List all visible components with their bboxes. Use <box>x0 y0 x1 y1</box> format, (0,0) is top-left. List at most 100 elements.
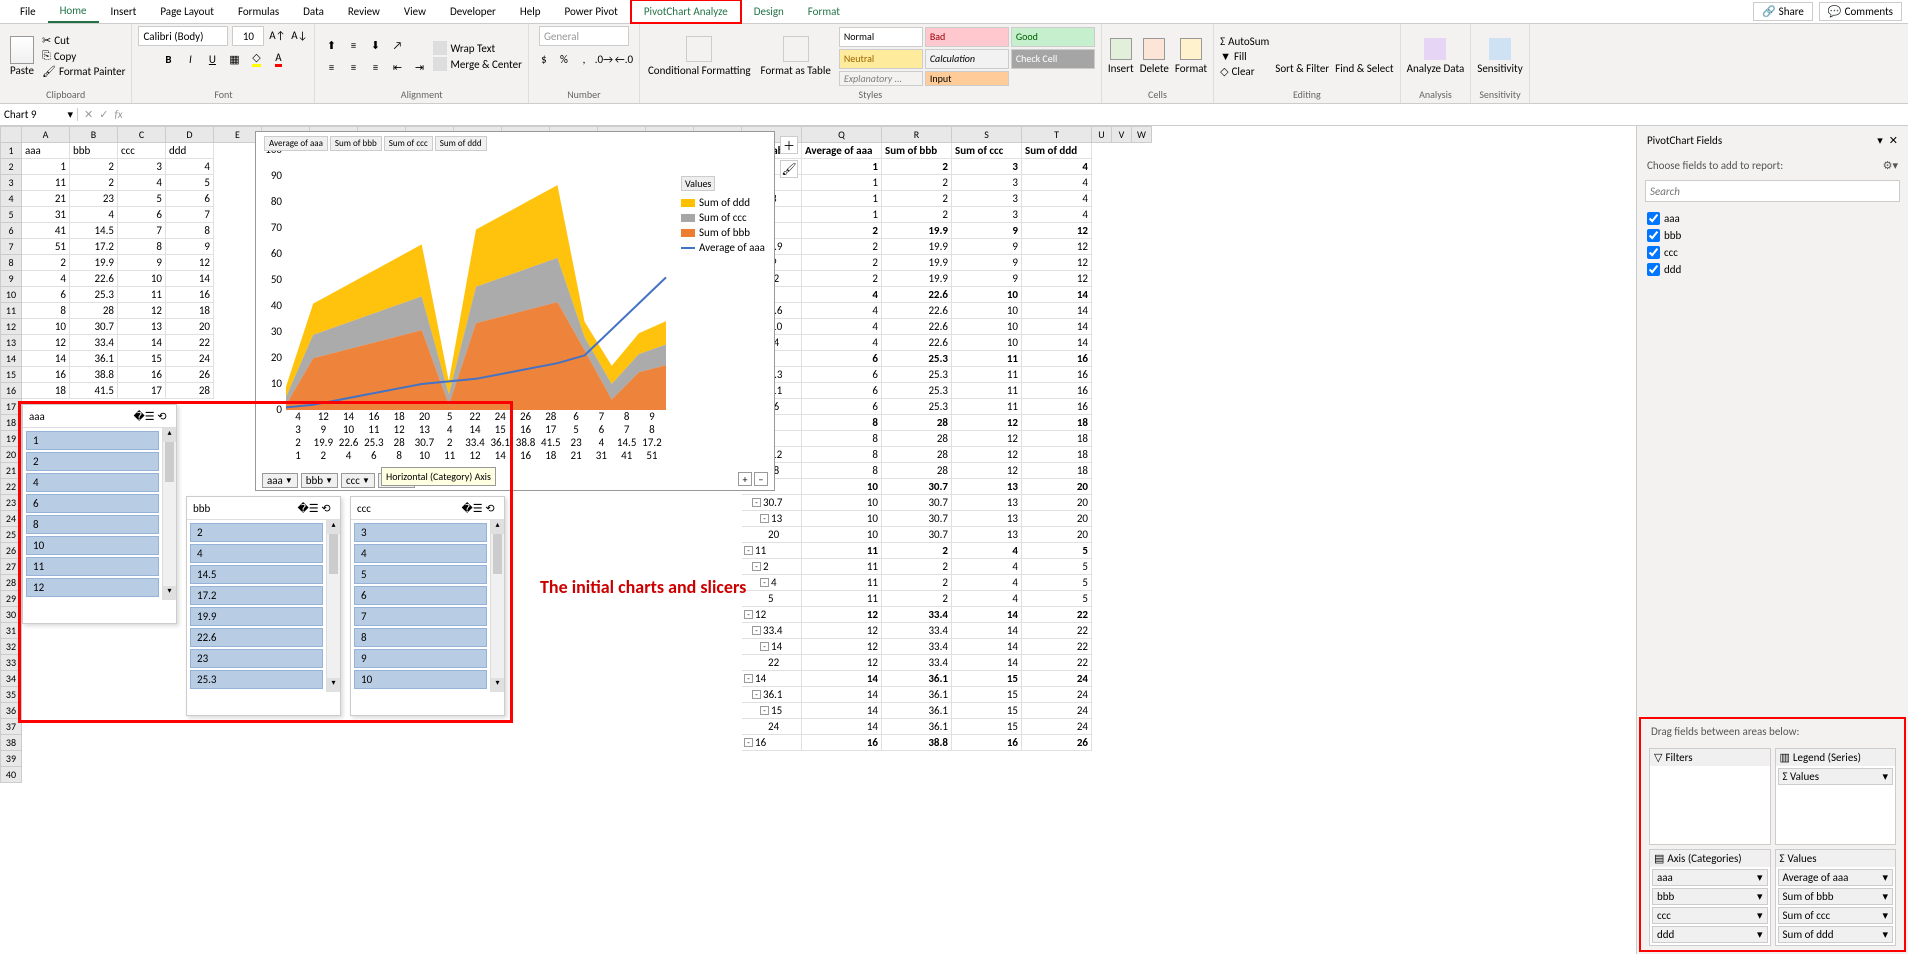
cell[interactable]: 8 <box>166 223 214 239</box>
cell[interactable]: 33.4 <box>882 639 952 655</box>
slicer-item[interactable]: 25.3 <box>190 670 323 689</box>
currency-button[interactable]: $ <box>535 50 553 68</box>
chart-styles-button[interactable]: 🖌 <box>780 160 798 178</box>
cell[interactable]: 17 <box>118 383 166 399</box>
cell[interactable]: 10 <box>952 303 1022 319</box>
fill-color-button[interactable]: ◇ <box>247 50 265 68</box>
field-item[interactable]: aaa <box>1647 210 1898 227</box>
cell[interactable]: 2 <box>70 159 118 175</box>
cell[interactable]: 1 <box>802 175 882 191</box>
cell[interactable]: 8 <box>118 239 166 255</box>
cell[interactable]: 36.1 <box>882 687 952 703</box>
cell[interactable]: 12 <box>118 303 166 319</box>
cell[interactable]: 9 <box>118 255 166 271</box>
cell[interactable]: 3 <box>952 191 1022 207</box>
cell[interactable]: 8 <box>22 303 70 319</box>
cell[interactable]: 33.4 <box>882 607 952 623</box>
align-top-button[interactable]: ⬆ <box>321 36 341 54</box>
tab-view[interactable]: View <box>392 1 438 22</box>
pivot-row-label[interactable]: -15 <box>742 703 802 719</box>
decrease-font-button[interactable]: A↓ <box>290 26 308 44</box>
conditional-formatting-button[interactable]: Conditional Formatting <box>646 34 753 79</box>
cell[interactable]: 12 <box>166 255 214 271</box>
cell[interactable]: 11 <box>952 383 1022 399</box>
cell[interactable]: 3 <box>952 207 1022 223</box>
panel-close-button[interactable]: ✕ <box>1889 134 1898 147</box>
cell[interactable]: 4 <box>166 159 214 175</box>
row-header[interactable]: 24 <box>0 511 22 527</box>
multiselect-icon[interactable]: �☰ <box>300 500 316 516</box>
cell[interactable]: 28 <box>882 415 952 431</box>
cell[interactable]: 25.3 <box>882 399 952 415</box>
cell[interactable]: 20 <box>1022 511 1092 527</box>
row-header[interactable]: 6 <box>0 223 22 239</box>
cell[interactable]: 1 <box>802 207 882 223</box>
comments-button[interactable]: 💬Comments <box>1819 2 1902 21</box>
chart-filter-bbb[interactable]: bbb ▼ <box>301 473 338 488</box>
font-name-input[interactable] <box>138 26 228 46</box>
percent-button[interactable]: % <box>555 50 573 68</box>
cell[interactable]: 30.7 <box>70 319 118 335</box>
slicer-item[interactable]: 4 <box>26 473 159 492</box>
slicer-bbb[interactable]: bbb �☰ ⟲ 2414.517.219.922.62325.3 ▴▾ <box>186 496 341 716</box>
cell[interactable]: 26 <box>1022 735 1092 751</box>
fields-search-input[interactable] <box>1645 180 1900 202</box>
cell[interactable]: 14 <box>802 671 882 687</box>
row-header[interactable]: 35 <box>0 687 22 703</box>
cell[interactable]: 14 <box>22 351 70 367</box>
area-filters[interactable]: ▽Filters <box>1649 748 1771 845</box>
cell[interactable]: 6 <box>22 287 70 303</box>
tab-file[interactable]: File <box>8 1 48 22</box>
cell[interactable]: 6 <box>118 207 166 223</box>
cell[interactable]: 2 <box>70 175 118 191</box>
cell[interactable]: ddd <box>166 143 214 159</box>
tab-data[interactable]: Data <box>291 1 336 22</box>
cell[interactable]: 6 <box>802 399 882 415</box>
pivot-row-label[interactable]: 24 <box>742 719 802 735</box>
cell[interactable]: 1 <box>22 159 70 175</box>
chart-filter-ccc[interactable]: ccc ▼ <box>341 473 375 488</box>
field-item[interactable]: ccc <box>1647 244 1898 261</box>
cell[interactable]: 10 <box>118 271 166 287</box>
cell[interactable]: 22 <box>1022 623 1092 639</box>
cell[interactable]: 4 <box>1022 207 1092 223</box>
sensitivity-button[interactable]: Sensitivity <box>1477 38 1522 75</box>
cell[interactable]: 28 <box>166 383 214 399</box>
select-all-button[interactable] <box>0 126 22 143</box>
cell[interactable]: 12 <box>802 639 882 655</box>
cell[interactable]: 2 <box>882 591 952 607</box>
cell[interactable]: 10 <box>952 335 1022 351</box>
slicer-item[interactable]: 19.9 <box>190 607 323 626</box>
analyze-data-button[interactable]: Analyze Data <box>1407 38 1465 75</box>
cell[interactable]: 21 <box>22 191 70 207</box>
tab-formulas[interactable]: Formulas <box>226 1 291 22</box>
cell[interactable]: 7 <box>166 207 214 223</box>
cell[interactable]: 15 <box>952 719 1022 735</box>
cell[interactable]: 36.1 <box>70 351 118 367</box>
cell[interactable]: 30.7 <box>882 495 952 511</box>
row-header[interactable]: 25 <box>0 527 22 543</box>
cell[interactable]: 24 <box>1022 671 1092 687</box>
column-header[interactable]: Q <box>802 126 882 143</box>
column-header[interactable]: W <box>1132 126 1152 143</box>
chart-value-button[interactable]: Sum of bbb <box>330 136 382 151</box>
style-good[interactable]: Good <box>1011 27 1095 47</box>
cell[interactable]: 20 <box>1022 527 1092 543</box>
column-header[interactable]: C <box>118 126 166 143</box>
cell[interactable]: 4 <box>70 207 118 223</box>
pivot-row-label[interactable]: -16 <box>742 735 802 751</box>
cell[interactable]: 1 <box>802 191 882 207</box>
style-bad[interactable]: Bad <box>925 27 1009 47</box>
row-header[interactable]: 30 <box>0 607 22 623</box>
row-header[interactable]: 10 <box>0 287 22 303</box>
pivot-row-label[interactable]: -14 <box>742 639 802 655</box>
field-checkbox-aaa[interactable] <box>1647 212 1660 225</box>
align-middle-button[interactable]: ≡ <box>343 36 363 54</box>
cell[interactable]: 4 <box>952 591 1022 607</box>
cell[interactable]: 36.1 <box>882 671 952 687</box>
cell[interactable]: 6 <box>166 191 214 207</box>
cell[interactable]: 23 <box>70 191 118 207</box>
cell[interactable]: 9 <box>166 239 214 255</box>
cell[interactable]: 22.6 <box>882 303 952 319</box>
cell[interactable]: 11 <box>952 351 1022 367</box>
